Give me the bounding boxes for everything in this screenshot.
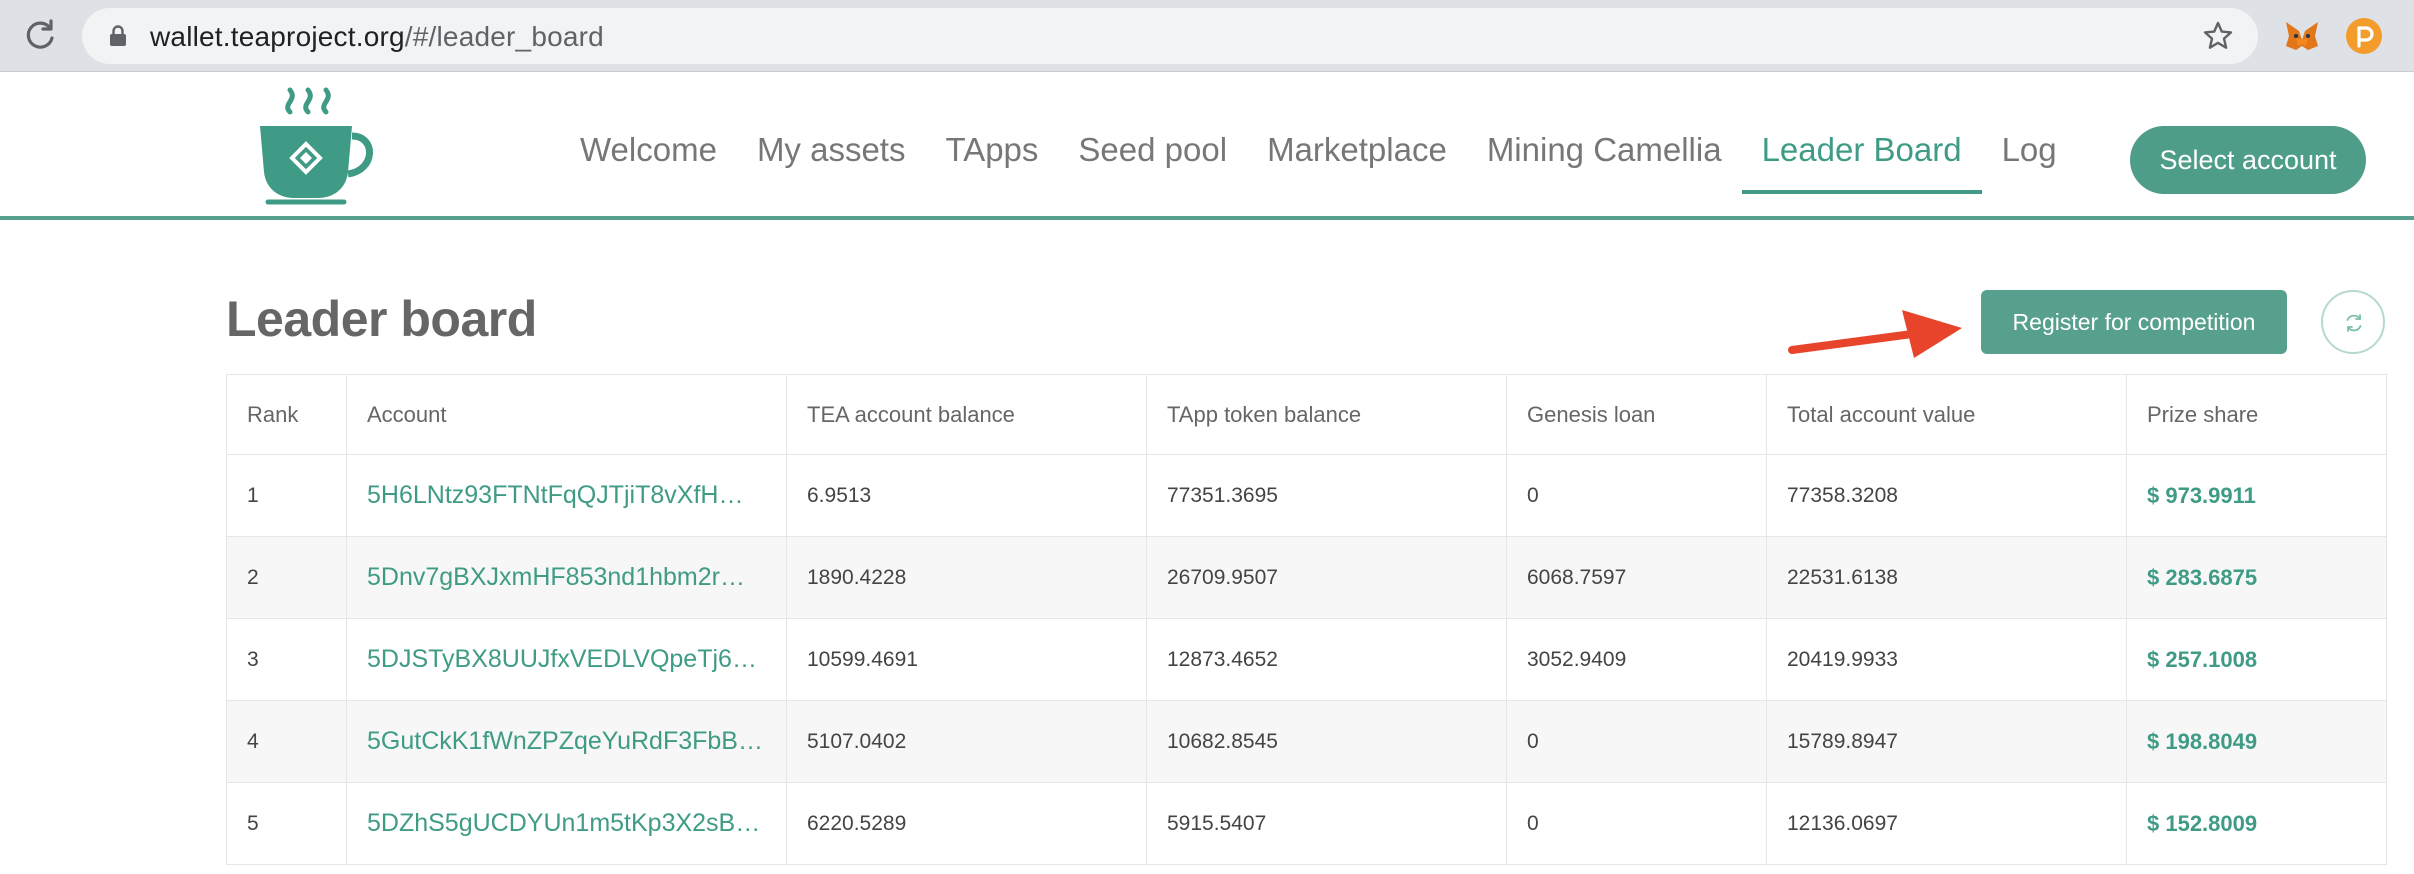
page-title: Leader board	[226, 291, 537, 347]
url-text[interactable]: wallet.teaproject.org/#/leader_board	[150, 21, 604, 53]
account-link[interactable]: 5DZhS5gUCDYUn1m5tKp3X2sB…	[346, 782, 787, 865]
table-header-row: Rank Account TEA account balance TApp to…	[226, 374, 2387, 455]
nav-seed-pool[interactable]: Seed pool	[1058, 130, 1247, 194]
total-value-cell: 20419.9933	[1766, 618, 2127, 701]
reload-icon[interactable]	[20, 16, 60, 56]
table-row: 5 5DZhS5gUCDYUn1m5tKp3X2sB… 6220.5289 59…	[226, 782, 2387, 865]
leader-board-table: Rank Account TEA account balance TApp to…	[226, 374, 2387, 865]
tapp-balance-cell: 5915.5407	[1146, 782, 1507, 865]
genesis-loan-cell: 0	[1506, 454, 1767, 537]
genesis-loan-cell: 3052.9409	[1506, 618, 1767, 701]
tea-balance-cell: 5107.0402	[786, 700, 1147, 783]
browser-toolbar: wallet.teaproject.org/#/leader_board	[0, 0, 2414, 72]
arrow-annotation	[1788, 310, 1962, 358]
rank-cell: 5	[226, 782, 347, 865]
prize-share-cell: $ 198.8049	[2126, 700, 2387, 783]
tapp-balance-cell: 12873.4652	[1146, 618, 1507, 701]
header-total-value[interactable]: Total account value	[1766, 374, 2127, 455]
account-link[interactable]: 5H6LNtz93FTNtFqQJTjiT8vXfH…	[346, 454, 787, 537]
header-rank[interactable]: Rank	[226, 374, 347, 455]
tea-balance-cell: 6220.5289	[786, 782, 1147, 865]
account-link[interactable]: 5GutCkK1fWnZPZqeYuRdF3FbB…	[346, 700, 787, 783]
prize-share-cell: $ 973.9911	[2126, 454, 2387, 537]
tea-balance-cell: 10599.4691	[786, 618, 1147, 701]
total-value-cell: 22531.6138	[1766, 536, 2127, 619]
prize-share-cell: $ 257.1008	[2126, 618, 2387, 701]
tapp-balance-cell: 10682.8545	[1146, 700, 1507, 783]
address-bar[interactable]: wallet.teaproject.org/#/leader_board	[82, 8, 2258, 64]
table-row: 1 5H6LNtz93FTNtFqQJTjiT8vXfH… 6.9513 773…	[226, 454, 2387, 537]
rank-cell: 4	[226, 700, 347, 783]
main-nav: Welcome My assets TApps Seed pool Market…	[560, 130, 2077, 194]
header-tea-balance[interactable]: TEA account balance	[786, 374, 1147, 455]
url-path: /#/leader_board	[404, 21, 604, 52]
header-account[interactable]: Account	[346, 374, 787, 455]
genesis-loan-cell: 0	[1506, 700, 1767, 783]
metamask-icon[interactable]	[2282, 16, 2322, 56]
header-genesis-loan[interactable]: Genesis loan	[1506, 374, 1767, 455]
account-link[interactable]: 5DJSTyBX8UUJfxVEDLVQpeTj66…	[346, 618, 787, 701]
nav-leader-board[interactable]: Leader Board	[1741, 130, 1982, 194]
star-icon[interactable]	[2202, 20, 2234, 52]
nav-log[interactable]: Log	[1982, 130, 2077, 194]
rank-cell: 3	[226, 618, 347, 701]
nav-my-assets[interactable]: My assets	[737, 130, 926, 194]
nav-welcome[interactable]: Welcome	[560, 130, 737, 194]
total-value-cell: 77358.3208	[1766, 454, 2127, 537]
nav-tapps[interactable]: TApps	[925, 130, 1058, 194]
genesis-loan-cell: 6068.7597	[1506, 536, 1767, 619]
table-row: 3 5DJSTyBX8UUJfxVEDLVQpeTj66… 10599.4691…	[226, 618, 2387, 701]
prize-share-cell: $ 152.8009	[2126, 782, 2387, 865]
tea-balance-cell: 6.9513	[786, 454, 1147, 537]
prize-share-cell: $ 283.6875	[2126, 536, 2387, 619]
header-prize-share[interactable]: Prize share	[2126, 374, 2387, 455]
tea-balance-cell: 1890.4228	[786, 536, 1147, 619]
rank-cell: 2	[226, 536, 347, 619]
nav-marketplace[interactable]: Marketplace	[1247, 130, 1467, 194]
app-header: Welcome My assets TApps Seed pool Market…	[0, 72, 2414, 220]
table-row: 4 5GutCkK1fWnZPZqeYuRdF3FbB… 5107.0402 1…	[226, 700, 2387, 783]
lock-icon[interactable]	[106, 24, 130, 48]
total-value-cell: 12136.0697	[1766, 782, 2127, 865]
refresh-button[interactable]	[2321, 290, 2385, 354]
polkadot-icon[interactable]	[2344, 16, 2384, 56]
nav-mining-camellia[interactable]: Mining Camellia	[1467, 130, 1742, 194]
rank-cell: 1	[226, 454, 347, 537]
register-competition-button[interactable]: Register for competition	[1981, 290, 2287, 354]
genesis-loan-cell: 0	[1506, 782, 1767, 865]
header-tapp-balance[interactable]: TApp token balance	[1146, 374, 1507, 455]
url-host: wallet.teaproject.org	[150, 21, 405, 52]
table-row: 2 5Dnv7gBXJxmHF853nd1hbm2r… 1890.4228 26…	[226, 536, 2387, 619]
tapp-balance-cell: 77351.3695	[1146, 454, 1507, 537]
account-link[interactable]: 5Dnv7gBXJxmHF853nd1hbm2r…	[346, 536, 787, 619]
select-account-button[interactable]: Select account	[2130, 126, 2366, 194]
refresh-icon	[2346, 314, 2362, 332]
total-value-cell: 15789.8947	[1766, 700, 2127, 783]
tea-cup-logo[interactable]	[248, 82, 380, 208]
tapp-balance-cell: 26709.9507	[1146, 536, 1507, 619]
